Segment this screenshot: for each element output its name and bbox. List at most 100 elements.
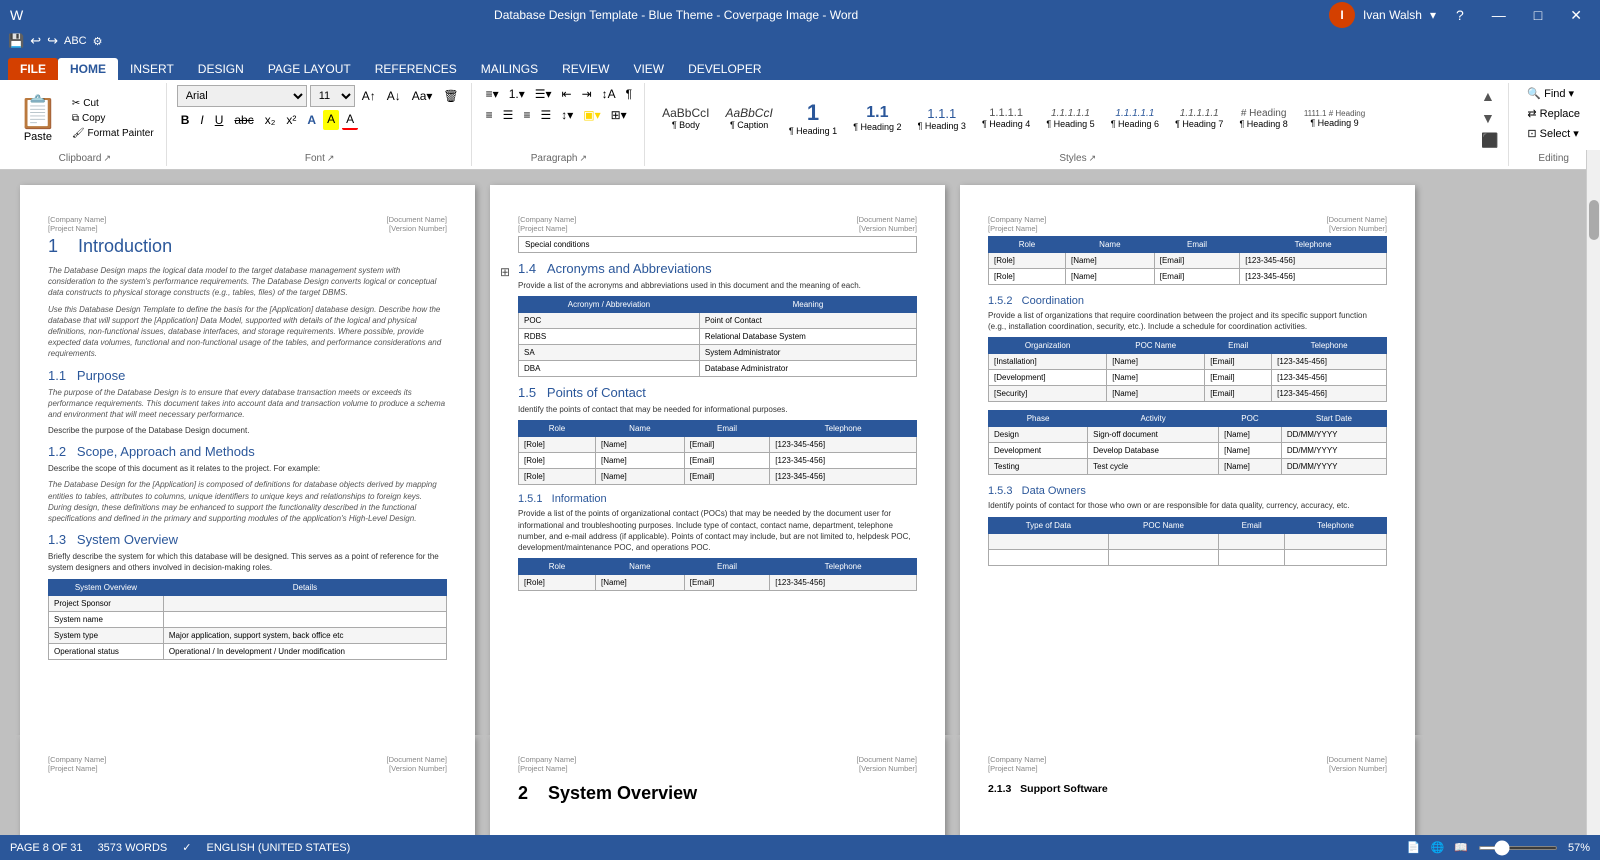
underline-btn[interactable]: U [211,111,228,129]
styles-expand-icon[interactable]: ↗ [1089,153,1097,164]
close-btn[interactable]: ✕ [1562,7,1590,24]
maximize-btn[interactable]: □ [1526,7,1550,23]
font-expand-icon[interactable]: ↗ [327,153,335,164]
minimize-btn[interactable]: — [1484,7,1514,23]
replace-button[interactable]: ⇄ Replace [1519,105,1588,122]
font-group-label[interactable]: Font ↗ [305,151,335,164]
tab-file[interactable]: FILE [8,58,58,80]
style-caption[interactable]: AaBbCcI ¶ Caption [718,86,779,151]
copy-button[interactable]: ⧉ Copy [68,112,158,125]
show-para-btn[interactable]: ¶ [622,85,636,103]
styles-scroll-down[interactable]: ▼ [1479,108,1500,128]
font-family-select[interactable]: Arial [177,85,307,107]
undo-qa-icon[interactable]: ↩ [30,33,41,49]
cut-button[interactable]: ✂ Cut [68,97,158,110]
styles-group-label[interactable]: Styles ↗ [1059,151,1096,164]
tab-references[interactable]: REFERENCES [363,58,469,80]
table-row: [Installation][Name][Email][123-345-456] [989,354,1387,370]
align-center-btn[interactable]: ☰ [499,106,518,124]
page-indicator[interactable]: PAGE 8 OF 31 [10,842,83,854]
styles-scroll-up[interactable]: ▲ [1479,86,1500,106]
italic-btn[interactable]: I [196,111,207,129]
paragraph-group-label[interactable]: Paragraph ↗ [531,151,587,164]
multilevel-btn[interactable]: ☰▾ [531,85,556,103]
line-spacing-btn[interactable]: ↕▾ [557,106,577,124]
language-indicator[interactable]: ENGLISH (UNITED STATES) [206,842,350,854]
bold-btn[interactable]: B [177,111,194,129]
sort-btn[interactable]: ↕A [598,85,620,103]
superscript-btn[interactable]: x² [282,111,300,129]
user-section[interactable]: I Ivan Walsh ▾ [1329,2,1436,28]
tab-home[interactable]: HOME [58,58,118,80]
font-color-btn[interactable]: A [342,110,358,130]
text-effects-btn[interactable]: A [303,111,320,129]
tab-mailings[interactable]: MAILINGS [469,58,550,80]
numbering-btn[interactable]: 1.▾ [505,85,529,103]
spell-qa-icon[interactable]: ABC [64,35,87,47]
change-case-btn[interactable]: Aa▾ [408,87,437,105]
justify-btn[interactable]: ☰ [536,106,555,124]
redo-qa-icon[interactable]: ↪ [47,33,58,49]
view-print-icon[interactable]: 📄 [1407,841,1421,854]
clipboard-expand-icon[interactable]: ↗ [103,153,111,164]
paste-icon: 📋 [18,93,58,131]
acr-col2: Meaning [699,297,916,313]
style-heading3[interactable]: 1.1.1 ¶ Heading 3 [911,86,973,151]
tab-page-layout[interactable]: PAGE LAYOUT [256,58,363,80]
style-heading5[interactable]: 1.1.1.1.1 ¶ Heading 5 [1039,86,1101,151]
scroll-thumb[interactable] [1589,200,1599,240]
clipboard-group-label[interactable]: Clipboard ↗ [59,151,111,164]
paste-button[interactable]: 📋 Paste [12,91,64,145]
table-row: [Security][Name][Email][123-345-456] [989,386,1387,402]
strikethrough-btn[interactable]: abc [230,111,257,129]
decrease-indent-btn[interactable]: ⇤ [558,85,576,103]
styles-expand[interactable]: ⬛ [1479,130,1500,151]
highlight-color-btn[interactable]: A [323,110,339,130]
vertical-scrollbar[interactable] [1586,170,1600,735]
bp2-title: 2 System Overview [518,783,917,804]
increase-indent-btn[interactable]: ⇥ [578,85,596,103]
tab-developer[interactable]: DEVELOPER [676,58,773,80]
page2-header: [Company Name] [Project Name] [Document … [518,215,917,233]
font-group: Arial 11 A↑ A↓ Aa▾ 🗑 B I U abc x₂ x² A A… [169,83,472,166]
increase-font-btn[interactable]: A↑ [358,87,380,105]
style-heading2[interactable]: 1.1 ¶ Heading 2 [846,86,908,151]
format-painter-button[interactable]: 🖌 Format Painter [68,127,158,140]
style-heading9[interactable]: 1111.1 # Heading ¶ Heading 9 [1297,86,1372,151]
page1-version: [Version Number] [387,224,447,233]
borders-btn[interactable]: ⊞▾ [607,106,631,124]
tab-view[interactable]: VIEW [621,58,676,80]
style-heading1[interactable]: 1 ¶ Heading 1 [782,86,844,151]
view-web-icon[interactable]: 🌐 [1431,841,1445,854]
decrease-font-btn[interactable]: A↓ [383,87,405,105]
style-body[interactable]: AaBbCcI ¶ Body [655,86,716,151]
style-heading7[interactable]: 1.1.1.1.1 ¶ Heading 7 [1168,86,1230,151]
bp2-header: [Company Name] [Project Name] [Document … [518,755,917,773]
help-btn[interactable]: ? [1448,7,1472,23]
style-heading8[interactable]: # Heading ¶ Heading 8 [1232,86,1294,151]
clear-format-btn[interactable]: 🗑 [439,87,462,105]
save-qa-icon[interactable]: 💾 [8,33,24,49]
user-dropdown-icon[interactable]: ▾ [1430,8,1436,22]
plus-handle[interactable]: ⊞ [500,265,510,279]
more-qa-icon[interactable]: ⚙ [93,35,103,48]
zoom-level[interactable]: 57% [1568,842,1590,854]
style-heading4[interactable]: 1.1.1.1 ¶ Heading 4 [975,86,1037,151]
font-size-select[interactable]: 11 [310,85,355,107]
tab-insert[interactable]: INSERT [118,58,186,80]
find-button[interactable]: 🔍 Find ▾ [1519,85,1588,102]
tab-design[interactable]: DESIGN [186,58,256,80]
view-read-icon[interactable]: 📖 [1454,841,1468,854]
zoom-slider[interactable] [1478,846,1558,850]
paragraph-expand-icon[interactable]: ↗ [579,153,587,164]
subscript-btn[interactable]: x₂ [261,111,280,129]
align-left-btn[interactable]: ≡ [482,106,497,124]
align-right-btn[interactable]: ≡ [519,106,534,124]
bullets-btn[interactable]: ≡▾ [482,85,503,103]
page2-version: [Version Number] [857,224,917,233]
word-count[interactable]: 3573 WORDS [98,842,168,854]
tab-review[interactable]: REVIEW [550,58,621,80]
style-heading6[interactable]: 1.1.1.1.1 ¶ Heading 6 [1104,86,1166,151]
shading-btn[interactable]: ▣▾ [579,106,604,124]
select-button[interactable]: ⊡ Select ▾ [1519,125,1588,142]
